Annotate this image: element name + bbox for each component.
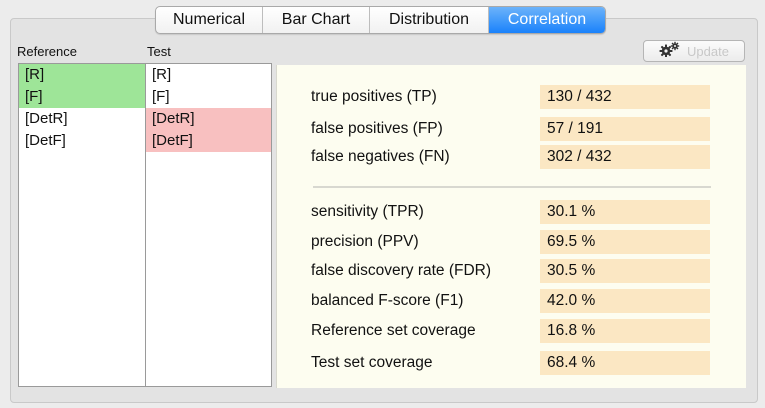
metric-label: false discovery rate (FDR) [311,262,492,279]
tab-correlation[interactable]: Correlation [489,7,605,33]
test-header: Test [147,44,171,59]
metric-value: 69.5 % [540,230,710,254]
test-item-detr[interactable]: [DetR] [146,108,271,130]
tab-distribution[interactable]: Distribution [370,7,489,33]
metric-row: sensitivity (TPR) 30.1 % [277,200,747,224]
update-button[interactable]: Update [643,40,745,62]
reference-list[interactable]: [R] [F] [DetR] [DetF] [18,63,146,387]
count-label: false negatives (FN) [311,148,450,165]
count-row: true positives (TP) 130 / 432 [277,85,747,109]
reference-item-detr[interactable]: [DetR] [19,108,145,130]
reference-item-f[interactable]: [F] [19,86,145,108]
test-list[interactable]: [R] [F] [DetR] [DetF] [145,63,272,387]
metric-row: false discovery rate (FDR) 30.5 % [277,259,747,283]
metric-value: 68.4 % [540,351,710,375]
gears-icon [659,41,681,62]
metric-value: 30.5 % [540,259,710,283]
reference-header: Reference [17,44,77,59]
reference-item-r[interactable]: [R] [19,64,145,86]
metric-label: Test set coverage [311,354,433,371]
correlation-window: Numerical Bar Chart Distribution Correla… [0,0,765,408]
test-item-detf[interactable]: [DetF] [146,130,271,152]
section-divider [313,186,711,188]
count-value: 130 / 432 [540,85,710,109]
metric-row: Test set coverage 68.4 % [277,351,747,375]
test-item-r[interactable]: [R] [146,64,271,86]
test-item-f[interactable]: [F] [146,86,271,108]
metric-label: precision (PPV) [311,233,419,250]
count-value: 302 / 432 [540,145,710,169]
tab-bar: Numerical Bar Chart Distribution Correla… [155,6,606,34]
metric-label: balanced F-score (F1) [311,292,464,309]
metric-value: 42.0 % [540,289,710,313]
metric-value: 16.8 % [540,319,710,343]
metric-label: sensitivity (TPR) [311,203,424,220]
tab-numerical[interactable]: Numerical [156,7,263,33]
correlation-results-panel: true positives (TP) 130 / 432 false posi… [276,65,746,388]
metric-row: balanced F-score (F1) 42.0 % [277,289,747,313]
metric-value: 30.1 % [540,200,710,224]
metric-label: Reference set coverage [311,322,476,339]
count-label: true positives (TP) [311,88,437,105]
count-row: false negatives (FN) 302 / 432 [277,145,747,169]
metric-row: Reference set coverage 16.8 % [277,319,747,343]
count-label: false positives (FP) [311,120,443,137]
update-button-label: Update [687,43,729,59]
tab-bar-chart[interactable]: Bar Chart [263,7,370,33]
count-value: 57 / 191 [540,117,710,141]
count-row: false positives (FP) 57 / 191 [277,117,747,141]
reference-item-detf[interactable]: [DetF] [19,130,145,152]
metric-row: precision (PPV) 69.5 % [277,230,747,254]
